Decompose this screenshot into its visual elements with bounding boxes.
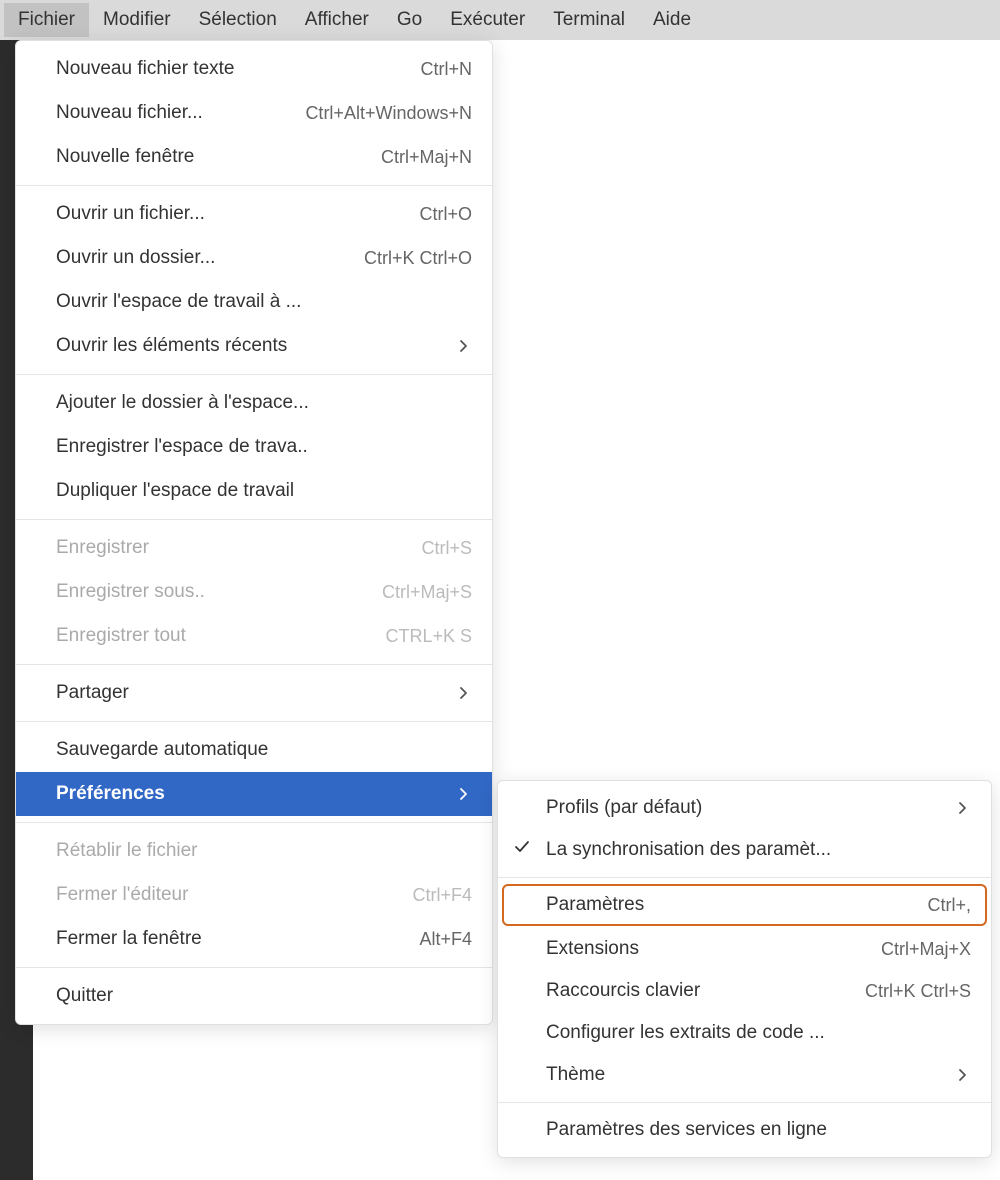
menu-item-label: Rétablir le fichier <box>56 840 198 862</box>
submenu-item-shortcut: Ctrl+K Ctrl+S <box>865 981 971 1002</box>
submenu-item-shortcut: Ctrl+Maj+X <box>881 939 971 960</box>
menubar-item-modifier[interactable]: Modifier <box>89 3 185 37</box>
menu-separator <box>498 1102 991 1103</box>
submenu-item-label: Thème <box>546 1064 605 1086</box>
menu-item-label: Enregistrer <box>56 537 149 559</box>
menu-separator <box>16 664 492 665</box>
menu-separator <box>16 822 492 823</box>
menu-item-shortcut: Ctrl+F4 <box>412 885 472 906</box>
menu-item-label: Nouvelle fenêtre <box>56 146 194 168</box>
menu-item-shortcut: Ctrl+N <box>420 59 472 80</box>
menu-separator <box>16 967 492 968</box>
menu-item-shortcut: Ctrl+Maj+N <box>381 147 472 168</box>
submenu-item-label: La synchronisation des paramèt... <box>546 839 831 861</box>
submenu-item[interactable]: Paramètres des services en ligne <box>498 1109 991 1151</box>
menu-item[interactable]: Ouvrir un dossier... Ctrl+K Ctrl+O <box>16 236 492 280</box>
menu-item-shortcut: Alt+F4 <box>419 929 472 950</box>
menu-item[interactable]: Enregistrer l'espace de trava.. <box>16 425 492 469</box>
menu-item[interactable]: Sauvegarde automatique <box>16 728 492 772</box>
menubar-item-afficher[interactable]: Afficher <box>291 3 383 37</box>
menubar-item-terminal[interactable]: Terminal <box>539 3 639 37</box>
menubar-item-executer[interactable]: Exécuter <box>436 3 539 37</box>
submenu-item[interactable]: La synchronisation des paramèt... <box>498 829 991 871</box>
menu-item-label: Préférences <box>56 783 165 805</box>
submenu-item[interactable]: Profils (par défaut) <box>498 787 991 829</box>
menu-item-label: Nouveau fichier texte <box>56 58 235 80</box>
menubar-item-go[interactable]: Go <box>383 3 436 37</box>
menu-separator <box>16 374 492 375</box>
menu-item[interactable]: Dupliquer l'espace de travail <box>16 469 492 513</box>
menu-item-shortcut: Ctrl+S <box>421 538 472 559</box>
menubar-item-selection[interactable]: Sélection <box>185 3 291 37</box>
menu-separator <box>16 721 492 722</box>
menu-item-label: Enregistrer l'espace de trava.. <box>56 436 308 458</box>
menu-item[interactable]: Quitter <box>16 974 492 1018</box>
submenu-item[interactable]: Raccourcis clavier Ctrl+K Ctrl+S <box>498 970 991 1012</box>
menu-item-shortcut: Ctrl+Alt+Windows+N <box>305 103 472 124</box>
menu-item[interactable]: Enregistrer sous.. Ctrl+Maj+S <box>16 570 492 614</box>
submenu-item[interactable]: Thème <box>498 1054 991 1096</box>
menu-item-shortcut: CTRL+K S <box>385 626 472 647</box>
submenu-item-label: Paramètres des services en ligne <box>546 1119 827 1141</box>
submenu-item-label: Raccourcis clavier <box>546 980 700 1002</box>
menu-item-label: Ouvrir un fichier... <box>56 203 205 225</box>
submenu-item-label: Profils (par défaut) <box>546 797 702 819</box>
menu-separator <box>498 877 991 878</box>
menu-item[interactable]: Enregistrer Ctrl+S <box>16 526 492 570</box>
check-icon <box>514 839 530 861</box>
menu-item[interactable]: Nouvelle fenêtre Ctrl+Maj+N <box>16 135 492 179</box>
menu-item-label: Quitter <box>56 985 113 1007</box>
menubar: Fichier Modifier Sélection Afficher Go E… <box>0 0 1000 40</box>
chevron-right-icon <box>456 786 472 802</box>
menu-item-label: Enregistrer tout <box>56 625 186 647</box>
menu-item-label: Sauvegarde automatique <box>56 739 268 761</box>
chevron-right-icon <box>456 338 472 354</box>
menu-item-shortcut: Ctrl+K Ctrl+O <box>364 248 472 269</box>
menu-item[interactable]: Ajouter le dossier à l'espace... <box>16 381 492 425</box>
menu-item-label: Ajouter le dossier à l'espace... <box>56 392 309 414</box>
menu-item-shortcut: Ctrl+Maj+S <box>382 582 472 603</box>
menu-item[interactable]: Nouveau fichier... Ctrl+Alt+Windows+N <box>16 91 492 135</box>
menu-item[interactable]: Nouveau fichier texte Ctrl+N <box>16 47 492 91</box>
menu-item[interactable]: Enregistrer tout CTRL+K S <box>16 614 492 658</box>
preferences-submenu-dropdown: Profils (par défaut) La synchronisation d… <box>497 780 992 1158</box>
menu-item-label: Ouvrir les éléments récents <box>56 335 287 357</box>
menu-item-shortcut: Ctrl+O <box>419 204 472 225</box>
menu-item-label: Dupliquer l'espace de travail <box>56 480 294 502</box>
menu-item-label: Fermer la fenêtre <box>56 928 202 950</box>
submenu-item[interactable]: Paramètres Ctrl+, <box>502 884 987 926</box>
menu-item[interactable]: Ouvrir les éléments récents <box>16 324 492 368</box>
menu-separator <box>16 185 492 186</box>
menu-item[interactable]: Partager <box>16 671 492 715</box>
menu-item[interactable]: Fermer la fenêtre Alt+F4 <box>16 917 492 961</box>
menu-item-label: Ouvrir l'espace de travail à ... <box>56 291 301 313</box>
menu-item-label: Enregistrer sous.. <box>56 581 205 603</box>
menu-item[interactable]: Ouvrir l'espace de travail à ... <box>16 280 492 324</box>
submenu-item[interactable]: Configurer les extraits de code ... <box>498 1012 991 1054</box>
menubar-item-aide[interactable]: Aide <box>639 3 705 37</box>
menu-item[interactable]: Fermer l'éditeur Ctrl+F4 <box>16 873 492 917</box>
menu-item[interactable]: Ouvrir un fichier... Ctrl+O <box>16 192 492 236</box>
submenu-item-shortcut: Ctrl+, <box>927 895 971 916</box>
submenu-item-label: Configurer les extraits de code ... <box>546 1022 825 1044</box>
menu-item-label: Nouveau fichier... <box>56 102 203 124</box>
chevron-right-icon <box>955 1067 971 1083</box>
submenu-item[interactable]: Extensions Ctrl+Maj+X <box>498 928 991 970</box>
submenu-item-label: Extensions <box>546 938 639 960</box>
menu-item-label: Partager <box>56 682 129 704</box>
menu-separator <box>16 519 492 520</box>
chevron-right-icon <box>955 800 971 816</box>
chevron-right-icon <box>456 685 472 701</box>
menu-item[interactable]: Rétablir le fichier <box>16 829 492 873</box>
menubar-item-fichier[interactable]: Fichier <box>4 3 89 37</box>
menu-item-label: Ouvrir un dossier... <box>56 247 215 269</box>
menu-item-label: Fermer l'éditeur <box>56 884 188 906</box>
menu-item[interactable]: Préférences <box>16 772 492 816</box>
submenu-item-label: Paramètres <box>546 894 644 916</box>
file-menu-dropdown: Nouveau fichier texteCtrl+NNouveau fichi… <box>15 40 493 1025</box>
